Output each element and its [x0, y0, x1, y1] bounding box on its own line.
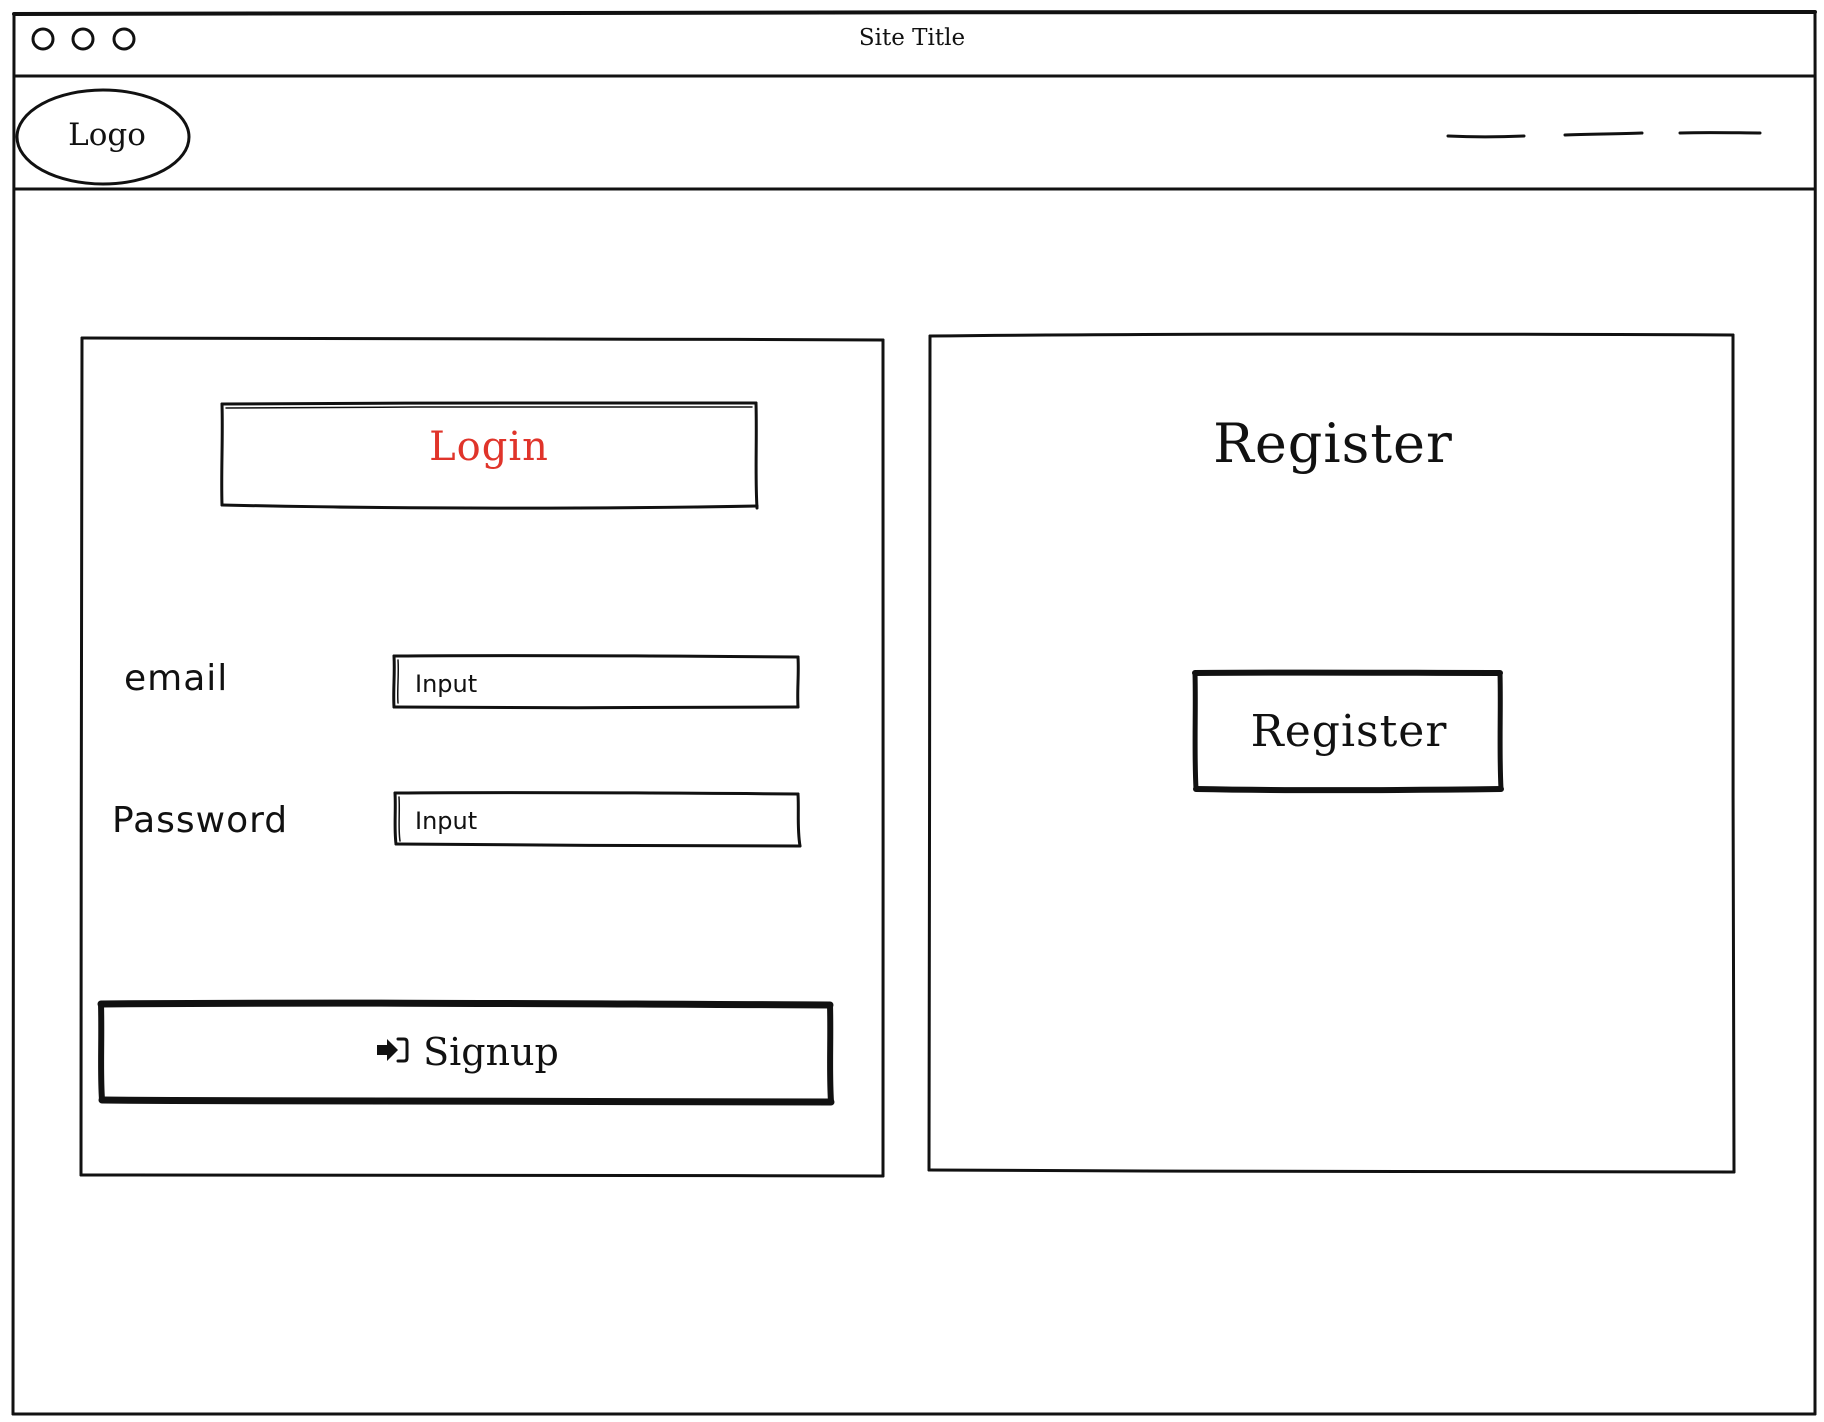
browser-window-frame: [11, 10, 1817, 1417]
login-heading: Login: [429, 424, 549, 470]
email-field[interactable]: [397, 660, 797, 708]
password-field[interactable]: [397, 797, 797, 845]
signup-button[interactable]: Signup: [102, 1003, 832, 1101]
site-title: Site Title: [858, 25, 966, 51]
wireframe-sketch: [11, 10, 1817, 1417]
password-label: Password: [112, 800, 289, 841]
nav-link-1[interactable]: [1444, 120, 1528, 150]
register-button[interactable]: Register: [1196, 673, 1502, 789]
nav-link-3[interactable]: [1676, 118, 1764, 148]
sign-in-icon: [375, 1035, 409, 1070]
logo-label: Logo: [68, 117, 146, 153]
email-label: email: [124, 658, 229, 699]
nav-link-2[interactable]: [1561, 118, 1646, 148]
register-button-label: Register: [1250, 705, 1448, 757]
header-divider: [12, 187, 1817, 191]
register-heading: Register: [1213, 412, 1453, 475]
signup-label: Signup: [423, 1030, 559, 1074]
